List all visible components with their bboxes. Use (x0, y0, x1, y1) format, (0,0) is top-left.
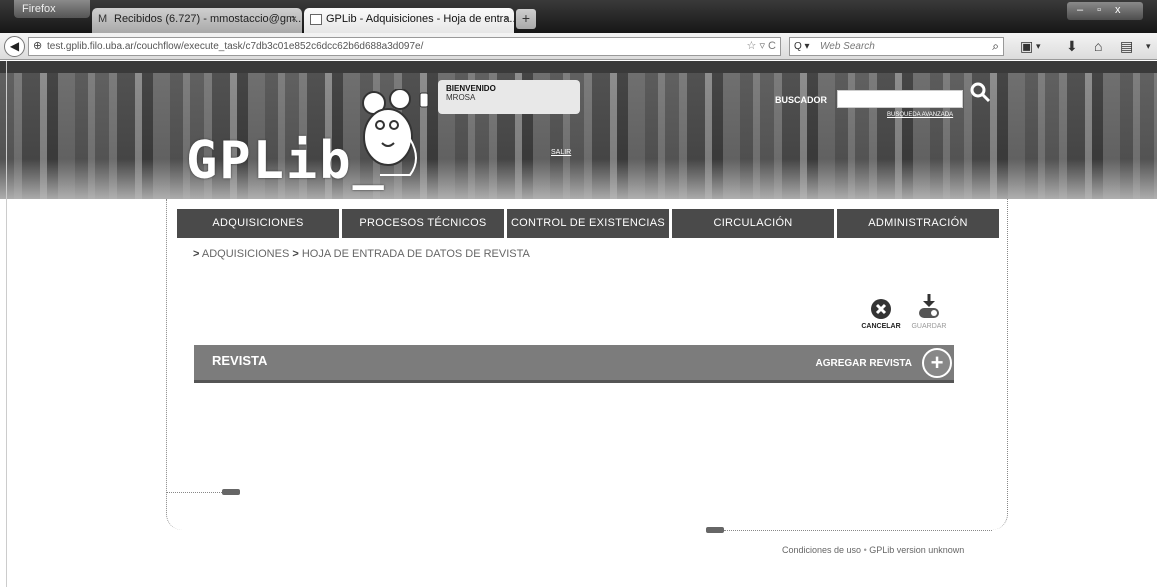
save-button[interactable]: GUARDAR (906, 293, 952, 330)
download-icon[interactable]: ⬇ (1066, 38, 1078, 54)
header-fade (0, 159, 1157, 199)
save-label: GUARDAR (911, 323, 947, 330)
nav-procesos-tecnicos[interactable]: PROCESOS TÉCNICOS (342, 209, 504, 238)
logo-text: GPLib_ (186, 131, 386, 191)
browser-titlebar: Firefox M Recibidos (6.727) - mmostaccio… (0, 0, 1157, 33)
main-navigation: ADQUISICIONES PROCESOS TÉCNICOS CONTROL … (177, 209, 999, 238)
bookmark-reload-icons[interactable]: ☆ ▿ C (747, 38, 776, 55)
mouse-mascot-icon (362, 89, 429, 176)
plus-icon: + (930, 350, 944, 375)
page-left-edge (6, 61, 7, 587)
gmail-icon: M (98, 13, 108, 25)
save-icon (919, 294, 939, 318)
browser-tab-gplib[interactable]: GPLib - Adquisiciones - Hoja de entra...… (304, 8, 514, 33)
terms-link[interactable]: Condiciones de uso (782, 545, 861, 555)
plug-left-icon (222, 489, 240, 495)
close-icon[interactable]: × (291, 8, 297, 31)
section-title: REVISTA (212, 353, 268, 368)
page-icon (310, 14, 322, 25)
footer-separator: • (863, 545, 867, 555)
plug-right-icon (706, 527, 724, 533)
search-icon[interactable] (969, 81, 991, 103)
site-identity-icon[interactable]: ⊕ (33, 38, 42, 55)
feed-icon[interactable]: ▤ (1120, 38, 1133, 54)
new-tab-button[interactable]: + (516, 9, 536, 29)
close-icon[interactable]: × (503, 8, 509, 31)
web-search-input[interactable]: Q ▾ Web Search ⌕ (789, 37, 1004, 56)
add-revista-button[interactable]: + (922, 348, 952, 378)
nav-circulacion[interactable]: CIRCULACIÓN (672, 209, 834, 238)
cable-left (166, 492, 222, 493)
cancel-button[interactable]: CANCELAR (856, 298, 906, 330)
home-icon[interactable]: ⌂ (1094, 38, 1102, 54)
cancel-label: CANCELAR (861, 323, 901, 330)
chevron-right-icon: > (193, 248, 200, 260)
logout-link[interactable]: SALIR (551, 149, 571, 156)
nav-control-existencias[interactable]: CONTROL DE EXISTENCIAS (507, 209, 669, 238)
search-placeholder: Web Search (820, 41, 875, 52)
cable-right (724, 530, 992, 531)
revista-section-header: REVISTA AGREGAR REVISTA + (194, 345, 954, 383)
cancel-icon (871, 299, 891, 319)
search-label: BUSCADOR (775, 95, 828, 105)
breadcrumb-item[interactable]: ADQUISICIONES (202, 248, 289, 260)
advanced-search-link[interactable]: BUSQUEDA AVANZADA (887, 112, 953, 118)
search-engine-icon[interactable]: Q ▾ (794, 38, 810, 55)
version-text: GPLib version unknown (869, 545, 965, 555)
nav-adquisiciones[interactable]: ADQUISICIONES (177, 209, 339, 238)
url-text: test.gplib.filo.uba.ar/couchflow/execute… (47, 41, 424, 52)
url-bar[interactable]: ⊕ test.gplib.filo.uba.ar/couchflow/execu… (28, 37, 781, 56)
chevron-down-icon[interactable]: ▾ (1146, 38, 1151, 54)
back-button[interactable]: ◀ (4, 36, 25, 57)
header-shelf (0, 61, 1157, 73)
welcome-title: BIENVENIDO (446, 84, 496, 93)
tab-title: GPLib - Adquisiciones - Hoja de entra... (326, 13, 514, 25)
browser-tab-gmail[interactable]: M Recibidos (6.727) - mmostaccio@gm... × (92, 8, 302, 33)
page-footer: Condiciones de uso • GPLib version unkno… (782, 545, 964, 555)
breadcrumb-item: HOJA DE ENTRADA DE DATOS DE REVISTA (301, 248, 530, 260)
breadcrumb: > ADQUISICIONES > HOJA DE ENTRADA DE DAT… (193, 248, 530, 260)
welcome-user: MROSA (446, 93, 476, 102)
site-header: GPLib_ BIENVENIDO MROSA SALIR BUSCADOR B… (0, 61, 1157, 199)
welcome-box: BIENVENIDO MROSA (438, 80, 580, 114)
search-icon[interactable]: ⌕ (992, 38, 999, 55)
tab-title: Recibidos (6.727) - mmostaccio@gm... (114, 13, 302, 25)
site-search-input[interactable] (837, 90, 963, 108)
browser-navbar: ◀ ⊕ test.gplib.filo.uba.ar/couchflow/exe… (0, 33, 1157, 60)
add-revista-label[interactable]: AGREGAR REVISTA (816, 358, 913, 369)
bookmarks-icon[interactable]: ▣ (1020, 38, 1033, 54)
chevron-down-icon[interactable]: ▾ (1036, 38, 1041, 54)
nav-administracion[interactable]: ADMINISTRACIÓN (837, 209, 999, 238)
firefox-menu-button[interactable]: Firefox (14, 0, 90, 18)
chevron-right-icon: > (292, 248, 299, 260)
window-controls[interactable]: –▫x (1067, 2, 1143, 20)
